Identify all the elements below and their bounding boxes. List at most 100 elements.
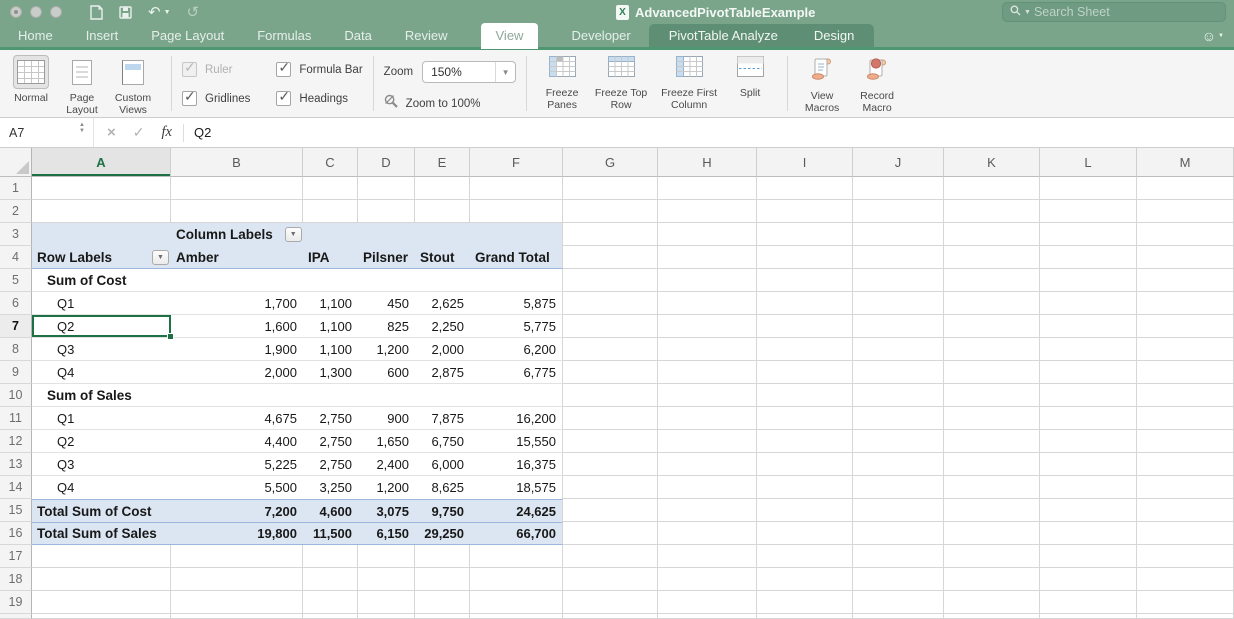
row-header-16[interactable]: 16: [0, 522, 32, 545]
cell-A8[interactable]: Q3: [32, 338, 171, 361]
cell-B5[interactable]: [171, 269, 303, 292]
cell-J2[interactable]: [853, 200, 944, 223]
cell-E10[interactable]: [415, 384, 470, 407]
cell-C2[interactable]: [303, 200, 358, 223]
cell-G18[interactable]: [563, 568, 658, 591]
cell-B3[interactable]: Column Labels▼: [171, 223, 303, 246]
cell-G10[interactable]: [563, 384, 658, 407]
cell-C6[interactable]: 1,100: [303, 292, 358, 315]
cell-A15[interactable]: Total Sum of Cost: [32, 499, 171, 522]
cell-J5[interactable]: [853, 269, 944, 292]
cell-H17[interactable]: [658, 545, 757, 568]
cell-H15[interactable]: [658, 499, 757, 522]
cell-H1[interactable]: [658, 177, 757, 200]
cell-K12[interactable]: [944, 430, 1040, 453]
cell-A4[interactable]: Row Labels▼: [32, 246, 171, 269]
cell-C9[interactable]: 1,300: [303, 361, 358, 384]
cell-I17[interactable]: [757, 545, 853, 568]
row-header-10[interactable]: 10: [0, 384, 32, 407]
undo-button[interactable]: ↶▼: [148, 3, 171, 21]
cell-K2[interactable]: [944, 200, 1040, 223]
cell-I13[interactable]: [757, 453, 853, 476]
cell-E15[interactable]: 9,750: [415, 499, 470, 522]
cell-A5[interactable]: Sum of Cost: [32, 269, 171, 292]
cell-A13[interactable]: Q3: [32, 453, 171, 476]
cell-B11[interactable]: 4,675: [171, 407, 303, 430]
tab-home[interactable]: Home: [18, 24, 53, 47]
cell-L10[interactable]: [1040, 384, 1137, 407]
cell-G2[interactable]: [563, 200, 658, 223]
cell-E16[interactable]: 29,250: [415, 522, 470, 545]
cell-G9[interactable]: [563, 361, 658, 384]
tab-design[interactable]: Design: [814, 24, 854, 47]
cell-C1[interactable]: [303, 177, 358, 200]
cell-G4[interactable]: [563, 246, 658, 269]
cell-B9[interactable]: 2,000: [171, 361, 303, 384]
cell-G5[interactable]: [563, 269, 658, 292]
cell-M16[interactable]: [1137, 522, 1234, 545]
cell-J13[interactable]: [853, 453, 944, 476]
cell-F4[interactable]: Grand Total: [470, 246, 563, 269]
column-header-J[interactable]: J: [853, 148, 944, 177]
cell-D4[interactable]: Pilsner: [358, 246, 415, 269]
cell-I6[interactable]: [757, 292, 853, 315]
cell-H13[interactable]: [658, 453, 757, 476]
undo-dropdown-icon[interactable]: ▼: [164, 9, 171, 16]
cell-K19[interactable]: [944, 591, 1040, 614]
formula-bar-checkbox-box[interactable]: ✓: [276, 62, 291, 77]
cell-I12[interactable]: [757, 430, 853, 453]
cell-M1[interactable]: [1137, 177, 1234, 200]
cell-F17[interactable]: [470, 545, 563, 568]
row-header-2[interactable]: 2: [0, 200, 32, 223]
cell-D3[interactable]: [358, 223, 415, 246]
search-sheet-field[interactable]: ▼ Search Sheet: [1002, 2, 1226, 22]
cell-L12[interactable]: [1040, 430, 1137, 453]
cell-C4[interactable]: IPA: [303, 246, 358, 269]
cell-G8[interactable]: [563, 338, 658, 361]
cell-D13[interactable]: 2,400: [358, 453, 415, 476]
cell-L11[interactable]: [1040, 407, 1137, 430]
cell-K3[interactable]: [944, 223, 1040, 246]
cell-B15[interactable]: 7,200: [171, 499, 303, 522]
cell-L1[interactable]: [1040, 177, 1137, 200]
tab-data[interactable]: Data: [344, 24, 371, 47]
search-scope-chevron-icon[interactable]: ▼: [1024, 9, 1031, 16]
cell-J14[interactable]: [853, 476, 944, 499]
tab-formulas[interactable]: Formulas: [257, 24, 311, 47]
cell-M2[interactable]: [1137, 200, 1234, 223]
cell-I10[interactable]: [757, 384, 853, 407]
cell-I19[interactable]: [757, 591, 853, 614]
cell-L18[interactable]: [1040, 568, 1137, 591]
cell-G11[interactable]: [563, 407, 658, 430]
cell-I3[interactable]: [757, 223, 853, 246]
tab-pivottable-analyze[interactable]: PivotTable Analyze: [669, 24, 778, 47]
tab-view[interactable]: View: [481, 23, 539, 49]
cell-B18[interactable]: [171, 568, 303, 591]
cell-I5[interactable]: [757, 269, 853, 292]
cell-C11[interactable]: 2,750: [303, 407, 358, 430]
cell-B17[interactable]: [171, 545, 303, 568]
row-header-17[interactable]: 17: [0, 545, 32, 568]
formula-bar-content[interactable]: Q2: [184, 125, 211, 140]
cell-C12[interactable]: 2,750: [303, 430, 358, 453]
cell-J8[interactable]: [853, 338, 944, 361]
cell-J17[interactable]: [853, 545, 944, 568]
cell-L2[interactable]: [1040, 200, 1137, 223]
cell-L19[interactable]: [1040, 591, 1137, 614]
insert-function-icon[interactable]: fx: [162, 124, 172, 141]
cell-B1[interactable]: [171, 177, 303, 200]
zoom-dropdown[interactable]: 150% ▼: [422, 61, 516, 83]
gridlines-checkbox-box[interactable]: ✓: [182, 91, 197, 106]
filter-dropdown-button[interactable]: ▼: [285, 227, 302, 242]
cell-J4[interactable]: [853, 246, 944, 269]
cell-L5[interactable]: [1040, 269, 1137, 292]
tab-insert[interactable]: Insert: [86, 24, 119, 47]
cell-M18[interactable]: [1137, 568, 1234, 591]
cell-E2[interactable]: [415, 200, 470, 223]
cell-F9[interactable]: 6,775: [470, 361, 563, 384]
column-header-H[interactable]: H: [658, 148, 757, 177]
cell-H9[interactable]: [658, 361, 757, 384]
cell-partial-F[interactable]: [470, 614, 563, 619]
cell-C5[interactable]: [303, 269, 358, 292]
cell-C15[interactable]: 4,600: [303, 499, 358, 522]
